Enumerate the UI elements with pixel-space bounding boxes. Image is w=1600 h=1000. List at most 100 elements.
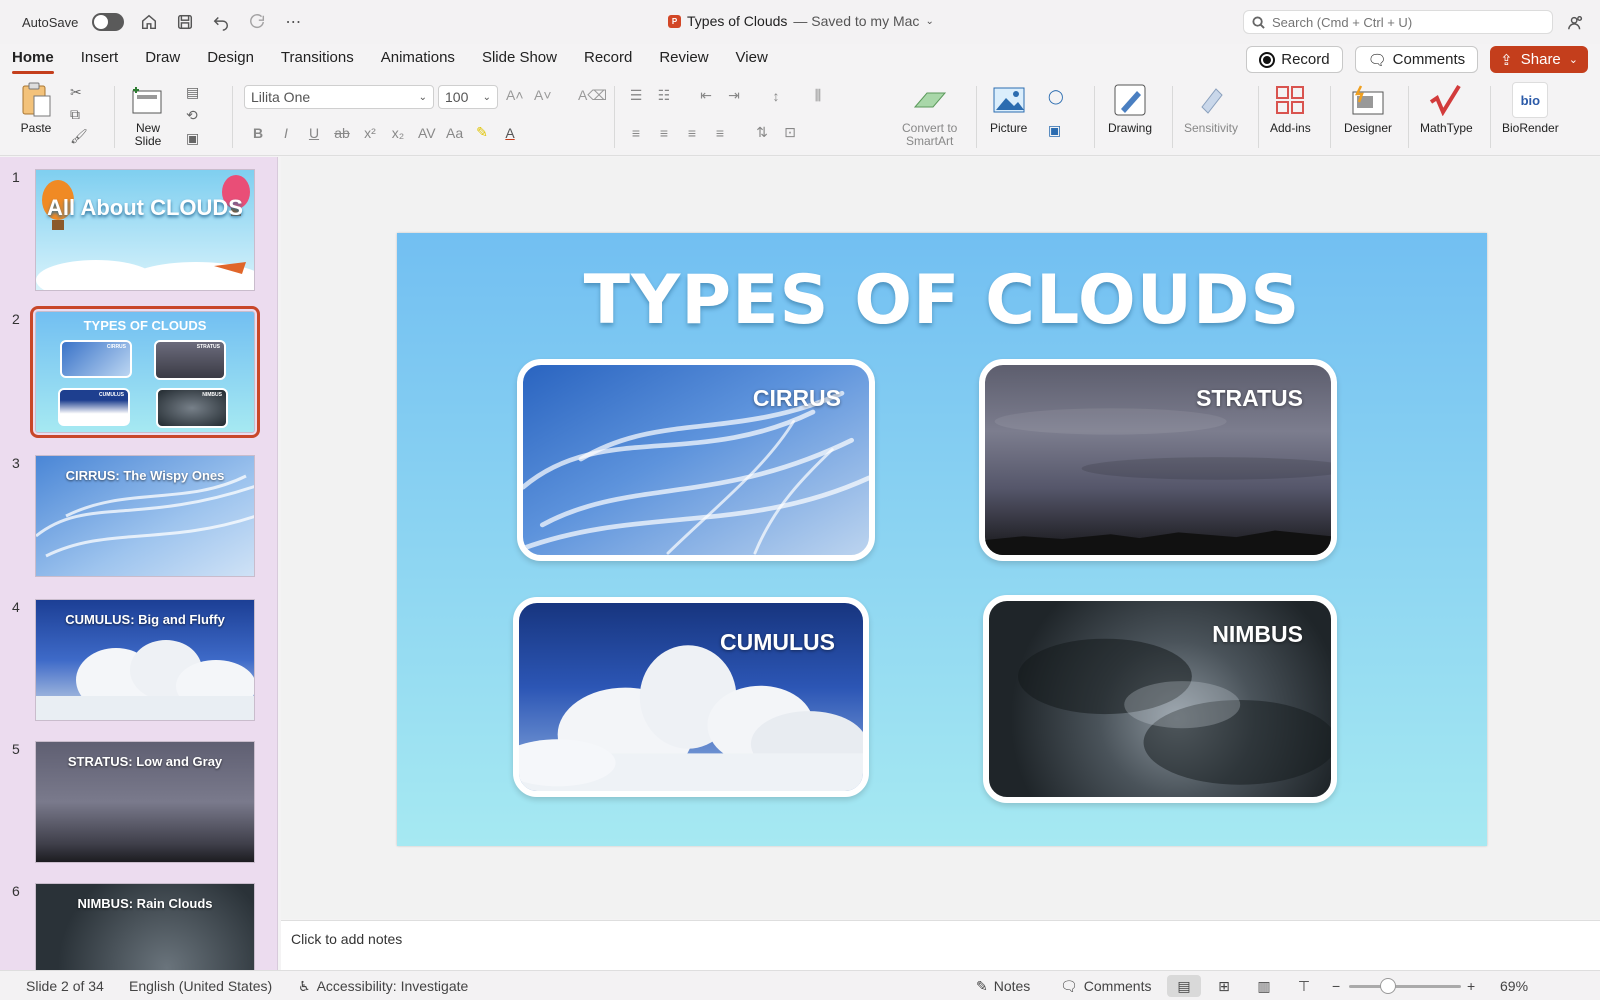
biorender-button[interactable]: bio BioRender <box>1502 82 1559 135</box>
subscript-icon[interactable]: x₂ <box>390 125 406 141</box>
cirrus-card[interactable]: CIRRUS <box>517 359 875 561</box>
tab-transitions[interactable]: Transitions <box>281 44 368 76</box>
font-color-icon[interactable]: A <box>502 125 518 141</box>
more-icon[interactable]: ⋯ <box>282 11 304 33</box>
text-box-icon[interactable]: ▣ <box>1048 122 1061 139</box>
cumulus-card[interactable]: CUMULUS <box>513 597 869 797</box>
align-right-icon[interactable]: ≡ <box>684 125 700 141</box>
justify-icon[interactable]: ≡ <box>712 125 728 141</box>
thumbnail-slide-6[interactable]: 6 NIMBUS: Rain Clouds <box>0 871 277 970</box>
notes-pane[interactable]: Click to add notes <box>281 920 1600 970</box>
nimbus-card[interactable]: NIMBUS <box>983 595 1337 803</box>
italic-icon[interactable]: I <box>278 125 294 141</box>
record-button[interactable]: Record <box>1246 46 1343 73</box>
comments-button[interactable]: 🗨 Comments <box>1354 46 1479 73</box>
align-center-icon[interactable]: ≡ <box>656 125 672 141</box>
zoom-slider-handle[interactable] <box>1380 978 1396 994</box>
clear-format-icon[interactable]: A⌫ <box>578 87 607 104</box>
normal-view-button[interactable]: ▤ <box>1167 975 1201 997</box>
increase-font-icon[interactable]: A˄ <box>506 87 524 103</box>
zoom-level[interactable]: 69% <box>1500 978 1528 994</box>
superscript-icon[interactable]: x² <box>362 125 378 141</box>
section-icon[interactable]: ▣ <box>186 130 199 147</box>
thumbnail-image[interactable]: All About CLOUDS <box>35 169 255 291</box>
sensitivity-button[interactable]: Sensitivity <box>1184 82 1238 135</box>
comments-toggle[interactable]: 🗨 Comments <box>1060 978 1151 995</box>
save-icon[interactable] <box>174 11 196 33</box>
character-spacing-icon[interactable]: AV <box>418 125 436 141</box>
shapes-icon[interactable]: ◯ <box>1048 88 1064 105</box>
tab-view[interactable]: View <box>736 44 782 76</box>
mathtype-button[interactable]: MathType <box>1420 82 1473 135</box>
slide-sorter-button[interactable]: ⊞ <box>1207 975 1241 997</box>
autosave-toggle[interactable] <box>92 13 125 31</box>
thumbnail-slide-1[interactable]: 1 All About CLOUDS <box>0 157 277 297</box>
font-name-select[interactable]: Lilita One ⌄ <box>244 85 434 109</box>
tab-review[interactable]: Review <box>659 44 722 76</box>
reading-view-button[interactable]: ▥ <box>1247 975 1281 997</box>
font-size-select[interactable]: 100 ⌄ <box>438 85 498 109</box>
columns-icon[interactable]: ⫼ <box>810 87 826 104</box>
new-slide-button[interactable]: New Slide <box>130 82 166 148</box>
thumbnail-image[interactable]: NIMBUS: Rain Clouds <box>35 883 255 970</box>
align-text-icon[interactable]: ⊡ <box>782 124 798 141</box>
designer-button[interactable]: Designer <box>1344 82 1392 135</box>
change-case-icon[interactable]: Aa <box>446 125 463 141</box>
tab-insert[interactable]: Insert <box>81 44 133 76</box>
text-direction-icon[interactable]: ⇅ <box>754 124 770 141</box>
home-icon[interactable] <box>138 11 160 33</box>
bold-icon[interactable]: B <box>250 125 266 141</box>
thumbnail-image[interactable]: TYPES OF CLOUDS CIRRUS STRATUS CUMULUS N… <box>30 306 260 438</box>
thumbnail-image[interactable]: CIRRUS: The Wispy Ones <box>35 455 255 577</box>
tab-slide-show[interactable]: Slide Show <box>482 44 571 76</box>
strikethrough-icon[interactable]: ab <box>334 125 350 141</box>
redo-icon[interactable] <box>246 11 268 33</box>
increase-indent-icon[interactable]: ⇥ <box>726 87 742 104</box>
paste-button[interactable]: Paste <box>18 82 54 135</box>
document-title[interactable]: P Types of Clouds — Saved to my Mac ⌄ <box>668 13 934 29</box>
highlight-icon[interactable]: ✎ <box>474 124 490 141</box>
picture-button[interactable]: Picture <box>990 82 1027 135</box>
tab-animations[interactable]: Animations <box>381 44 469 76</box>
accessibility-status[interactable]: ♿ Accessibility: Investigate <box>298 978 468 995</box>
zoom-in-button[interactable]: + <box>1467 978 1475 994</box>
tab-record[interactable]: Record <box>584 44 646 76</box>
slide-show-button[interactable]: ⊤ <box>1287 975 1321 997</box>
bullets-icon[interactable]: ☰ <box>628 87 644 104</box>
people-icon[interactable] <box>1565 12 1587 34</box>
thumbnail-image[interactable]: STRATUS: Low and Gray <box>35 741 255 863</box>
current-slide[interactable]: TYPES OF CLOUDS CIRRUS STRATUS CUMULUS N… <box>397 233 1487 846</box>
thumbnail-slide-3[interactable]: 3 CIRRUS: The Wispy Ones <box>0 443 277 583</box>
notes-toggle[interactable]: ✎ Notes <box>976 978 1030 995</box>
drawing-button[interactable]: Drawing <box>1108 82 1152 135</box>
notes-placeholder[interactable]: Click to add notes <box>291 931 402 947</box>
search-input[interactable] <box>1272 14 1542 30</box>
copy-icon[interactable]: ⧉ <box>70 106 80 123</box>
underline-icon[interactable]: U <box>306 125 322 141</box>
tab-draw[interactable]: Draw <box>145 44 194 76</box>
thumbnail-image[interactable]: CUMULUS: Big and Fluffy <box>35 599 255 721</box>
addins-button[interactable]: Add-ins <box>1270 82 1311 135</box>
decrease-indent-icon[interactable]: ⇤ <box>698 87 714 104</box>
stratus-card[interactable]: STRATUS <box>979 359 1337 561</box>
thumbnail-slide-2[interactable]: 2 TYPES OF CLOUDS CIRRUS STRATUS CUMULUS… <box>0 299 277 439</box>
search-box[interactable] <box>1243 10 1553 34</box>
cut-icon[interactable]: ✂ <box>70 84 82 101</box>
share-button[interactable]: ⇪ Share ⌄ <box>1490 46 1588 73</box>
numbering-icon[interactable]: ☷ <box>656 87 672 104</box>
decrease-font-icon[interactable]: A˅ <box>534 87 552 103</box>
undo-icon[interactable] <box>210 11 232 33</box>
thumbnail-slide-4[interactable]: 4 CUMULUS: Big and Fluffy <box>0 587 277 727</box>
chevron-down-icon[interactable]: ⌄ <box>1569 53 1578 66</box>
reset-icon[interactable]: ⟲ <box>186 107 198 124</box>
tab-home[interactable]: Home <box>12 44 68 76</box>
layout-icon[interactable]: ▤ <box>186 84 199 101</box>
zoom-out-button[interactable]: − <box>1332 978 1340 994</box>
thumbnail-slide-5[interactable]: 5 STRATUS: Low and Gray <box>0 729 277 869</box>
slide-title[interactable]: TYPES OF CLOUDS <box>397 261 1487 340</box>
tab-design[interactable]: Design <box>207 44 268 76</box>
align-left-icon[interactable]: ≡ <box>628 125 644 141</box>
language-status[interactable]: English (United States) <box>129 978 272 994</box>
line-spacing-icon[interactable]: ↕ <box>768 88 784 104</box>
format-painter-icon[interactable]: 🖌 <box>70 128 88 145</box>
